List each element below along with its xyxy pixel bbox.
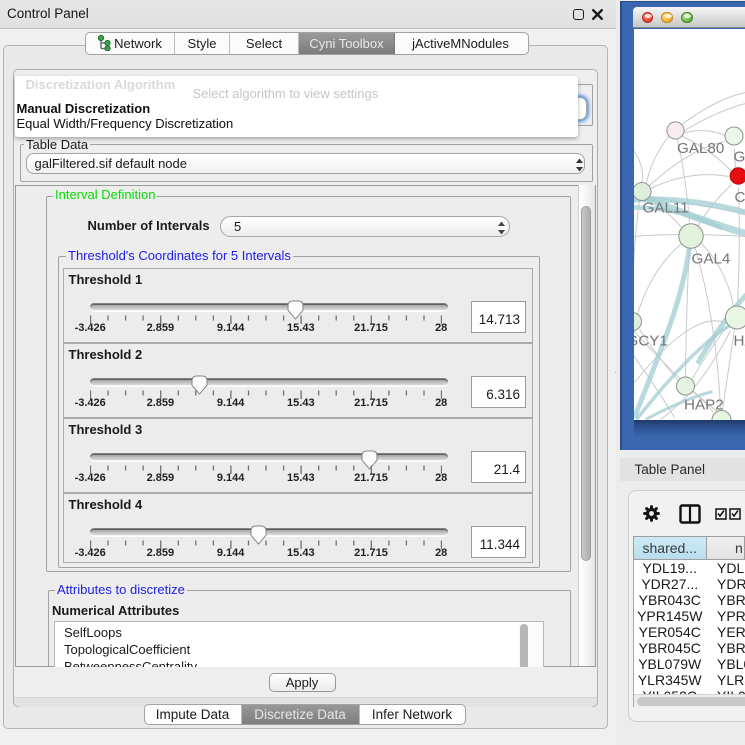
svg-text:GAL80: GAL80 — [677, 140, 724, 157]
svg-text:GCY1: GCY1 — [634, 332, 668, 349]
svg-text:HAP2: HAP2 — [684, 396, 724, 413]
svg-text:GAL4: GAL4 — [691, 250, 730, 267]
svg-text:CY: CY — [734, 189, 745, 206]
svg-text:GAL11: GAL11 — [642, 199, 688, 216]
svg-text:GA: GA — [733, 148, 745, 165]
svg-text:HA: HA — [733, 332, 745, 349]
